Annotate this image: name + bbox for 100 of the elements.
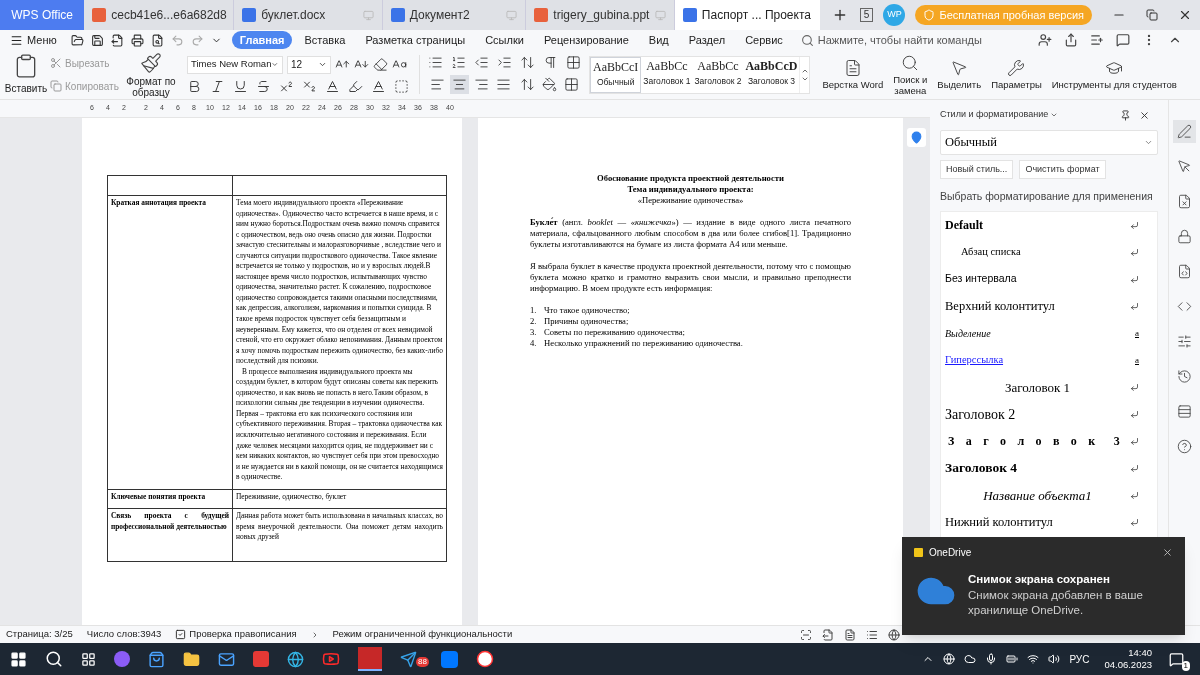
paragraph-tool-icon[interactable] [520, 77, 535, 92]
toolbar-icon[interactable] [70, 33, 84, 47]
ribbon-tab[interactable]: Разметка страницы [357, 31, 474, 49]
font-style-icon[interactable] [256, 78, 271, 94]
task-view-icon[interactable] [81, 651, 96, 667]
notifications-icon[interactable] [1169, 651, 1184, 667]
tray-icon[interactable] [1027, 653, 1040, 665]
ribbon-tab[interactable]: Сервис [737, 31, 791, 49]
caret-icon[interactable] [1050, 111, 1059, 119]
tray-icon[interactable] [985, 653, 998, 665]
style-item[interactable]: Выделение a [945, 319, 1139, 347]
document-tab[interactable]: WPS Office [0, 0, 85, 30]
language-indicator[interactable]: РУС [1069, 651, 1090, 667]
font-style-icon[interactable] [371, 78, 386, 94]
tray-icon[interactable] [1006, 653, 1019, 665]
font-family-field[interactable]: Times New Roman [187, 55, 283, 74]
format-painter-button[interactable]: Формат по образцу [125, 51, 177, 98]
style-preset[interactable]: AaBbCc Заголовок 1 [641, 56, 693, 93]
paragraph-tool-icon[interactable] [428, 55, 443, 70]
style-item[interactable]: Заголовок 1 [945, 373, 1139, 401]
font-size-field[interactable]: 12 [287, 55, 331, 74]
paragraph-tool-icon[interactable] [566, 55, 581, 70]
font-tool-icon[interactable] [373, 57, 388, 72]
paragraph-tool-icon[interactable] [520, 55, 535, 70]
ribbon-tab[interactable]: Вставка [296, 31, 354, 49]
restore-icon[interactable] [1146, 9, 1158, 21]
style-preset[interactable]: AaBbCc Заголовок 2 [692, 56, 744, 93]
clear-format-button[interactable]: Очистить формат [1019, 160, 1106, 179]
font-style-icon[interactable] [325, 78, 340, 94]
style-preset[interactable]: AaBbCcI Обычный [590, 56, 642, 93]
toolbar-icon[interactable] [90, 33, 104, 47]
document-tab[interactable]: cecb41e6...e6a682d8 [84, 0, 235, 30]
toolbar-icon[interactable] [1064, 33, 1078, 47]
close-icon[interactable] [1139, 109, 1150, 121]
tray-icon[interactable] [1048, 653, 1061, 665]
globe-icon[interactable] [287, 650, 304, 668]
ribbon-button[interactable]: Выделить [933, 59, 986, 90]
spell-check-label[interactable]: Проверка правописания [189, 627, 297, 642]
page-counter[interactable]: Страница: 3/25 [6, 627, 73, 642]
ribbon-tab[interactable]: Вид [640, 31, 677, 49]
store-icon[interactable] [148, 650, 165, 668]
view-mode-icon[interactable] [800, 628, 812, 641]
menu-button[interactable]: Меню [10, 31, 57, 49]
video-icon[interactable] [322, 650, 340, 668]
tray-icon[interactable] [943, 653, 956, 665]
font-style-icon[interactable] [210, 78, 225, 94]
document-tab[interactable]: Документ2 [382, 0, 527, 30]
view-mode-icon[interactable] [866, 628, 878, 641]
close-icon[interactable] [1162, 546, 1173, 558]
paragraph-tool-icon[interactable] [542, 77, 557, 92]
ribbon-tab[interactable]: Главная [231, 31, 293, 49]
style-item[interactable]: З а г о л о в о к 3 [945, 427, 1139, 455]
toolbar-icon[interactable] [1038, 33, 1052, 47]
view-mode-icon[interactable] [822, 628, 834, 641]
toolbar-icon[interactable] [130, 33, 144, 47]
paragraph-tool-icon[interactable] [451, 55, 466, 70]
search-field[interactable]: Нажмите, чтобы найти команды [817, 31, 1038, 49]
document-tab[interactable]: буклет.docx [234, 0, 383, 30]
tray-icon[interactable] [964, 653, 977, 665]
sidebar-tool-icon[interactable] [1173, 120, 1196, 143]
search-icon[interactable] [45, 650, 63, 668]
start-icon[interactable] [10, 650, 27, 668]
ribbon-tab[interactable]: Ссылки [477, 31, 532, 49]
font-style-icon[interactable] [348, 78, 363, 94]
paragraph-tool-icon[interactable] [497, 55, 512, 70]
style-item[interactable]: Верхний колонтитул [945, 292, 1139, 320]
style-item[interactable]: Без интервала [945, 265, 1139, 293]
style-item[interactable]: Абзац списка [945, 238, 1139, 266]
style-preset[interactable]: AaBbCcD Заголовок 3 [743, 56, 800, 93]
font-style-icon[interactable] [302, 78, 317, 94]
ribbon-tab[interactable]: Раздел [680, 31, 734, 49]
font-style-icon[interactable] [187, 78, 202, 94]
style-item[interactable]: Нижний колонтитул [945, 508, 1139, 536]
ribbon-button[interactable]: Поиск и замена [889, 53, 932, 96]
font-style-icon[interactable] [233, 78, 248, 94]
paragraph-tool-icon[interactable] [543, 55, 558, 70]
window-count[interactable]: 5 [859, 8, 874, 22]
style-item[interactable]: Заголовок 4 [945, 454, 1139, 482]
mail-icon[interactable] [218, 650, 235, 668]
toolbar-icon[interactable] [110, 33, 124, 47]
paragraph-tool-icon[interactable] [564, 77, 579, 92]
document-tab[interactable]: Паспорт ... Проекта [674, 0, 820, 30]
toolbar-icon[interactable] [150, 33, 164, 47]
font-style-icon[interactable] [279, 78, 294, 94]
messenger-icon[interactable] [400, 650, 417, 668]
style-item[interactable]: Название объекта1 [945, 481, 1139, 509]
close-icon[interactable] [1178, 8, 1192, 22]
location-button[interactable] [907, 128, 926, 147]
document-tab[interactable]: trigery_gubina.ppt [526, 0, 675, 30]
current-style-field[interactable]: Обычный [940, 130, 1158, 155]
paragraph-tool-icon[interactable] [474, 55, 489, 70]
ribbon-button[interactable]: Верстка Word [818, 59, 888, 90]
pin-icon[interactable] [1120, 109, 1131, 121]
ribbon-button[interactable]: Инструменты для студентов [1047, 59, 1181, 90]
clock[interactable]: 14:40 04.06.2023 [1104, 647, 1152, 671]
style-item[interactable]: Default [945, 211, 1139, 239]
ribbon-tab[interactable]: Рецензирование [535, 31, 637, 49]
view-mode-icon[interactable] [888, 628, 900, 641]
folder-icon[interactable] [183, 650, 200, 668]
new-style-button[interactable]: Новый стиль... [940, 160, 1014, 179]
